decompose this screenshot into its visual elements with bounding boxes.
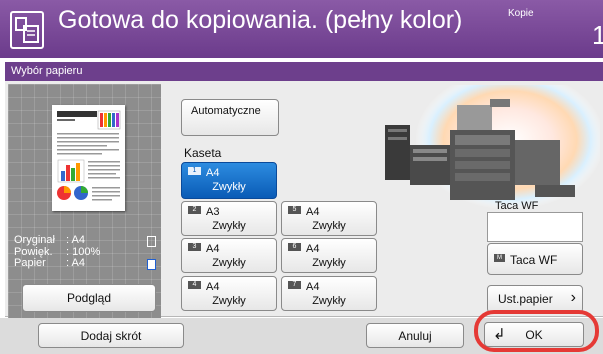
tray-paper-type: Zwykły (212, 181, 246, 193)
cassette-label: Kaseta (184, 146, 222, 160)
mp-tray-button-label: Taca WF (510, 253, 558, 267)
mp-tray-button[interactable]: M Taca WF (487, 243, 583, 275)
copy-app-icon (10, 11, 44, 49)
mp-tray-status-box (487, 212, 583, 242)
tray-paper-size: A4 (306, 281, 320, 293)
tray-number: 3 (188, 243, 201, 251)
tray-number: 4 (188, 281, 201, 289)
tray-paper-type: Zwykły (212, 220, 246, 232)
tray-1-button[interactable]: 1 A4 Zwykły (181, 162, 277, 199)
status-title: Gotowa do kopiowania. (pełny kolor) (58, 6, 463, 34)
tray-number: 2 (188, 206, 201, 214)
tray-paper-type: Zwykły (312, 257, 346, 269)
preview-button[interactable]: Podgląd (22, 284, 156, 312)
cancel-button[interactable]: Anuluj (366, 323, 464, 348)
original-doc-icon (147, 236, 156, 247)
status-bar: Gotowa do kopiowania. (pełny kolor) Kopi… (0, 0, 603, 58)
tray-paper-type: Zwykły (312, 295, 346, 307)
paper-label: Papier (14, 257, 46, 269)
chevron-right-icon: › (570, 289, 576, 306)
tray-paper-size: A3 (206, 206, 220, 218)
tray-2-button[interactable]: 2 A3 Zwykły (181, 201, 277, 236)
tray-5-button[interactable]: 5 A4 Zwykły (281, 201, 377, 236)
auto-paper-button[interactable]: Automatyczne (181, 99, 279, 136)
tray-6-button[interactable]: 6 A4 Zwykły (281, 238, 377, 273)
preview-info: Oryginał: A4 Powięk.: 100% Papier: A4 (14, 234, 130, 270)
tray-paper-type: Zwykły (212, 295, 246, 307)
tray-7-button[interactable]: 7 A4 Zwykły (281, 276, 377, 311)
tray-number: 7 (288, 281, 301, 289)
paper-settings-label: Ust.papier (498, 292, 553, 306)
paper-value: : A4 (66, 257, 85, 269)
document-preview-image (52, 105, 125, 211)
tray-paper-type: Zwykły (212, 257, 246, 269)
highlight-ring (474, 310, 599, 352)
add-shortcut-button[interactable]: Dodaj skrót (38, 323, 184, 348)
tray-4-button[interactable]: 4 A4 Zwykły (181, 276, 277, 311)
mp-tray-label: Taca WF (495, 200, 539, 212)
copies-label: Kopie (508, 8, 534, 19)
tray-paper-size: A4 (306, 243, 320, 255)
tray-paper-type: Zwykły (312, 220, 346, 232)
printer-illustration (385, 85, 600, 210)
tray-paper-size: A4 (206, 281, 220, 293)
tray-paper-size: A4 (206, 243, 220, 255)
tray-number: 5 (288, 206, 301, 214)
mp-tray-tag: M (494, 254, 505, 262)
tray-number: 1 (188, 167, 201, 175)
tray-3-button[interactable]: 3 A4 Zwykły (181, 238, 277, 273)
paper-doc-icon (147, 259, 156, 270)
tray-paper-size: A4 (306, 206, 320, 218)
original-value: : A4 (66, 234, 85, 246)
tray-paper-size: A4 (206, 167, 220, 179)
copies-count: 1 (592, 20, 603, 50)
original-label: Oryginał (14, 234, 55, 246)
paper-settings-button[interactable]: Ust.papier › (487, 285, 583, 313)
dialog-title: Wybór papieru (5, 62, 603, 81)
tray-number: 6 (288, 243, 301, 251)
